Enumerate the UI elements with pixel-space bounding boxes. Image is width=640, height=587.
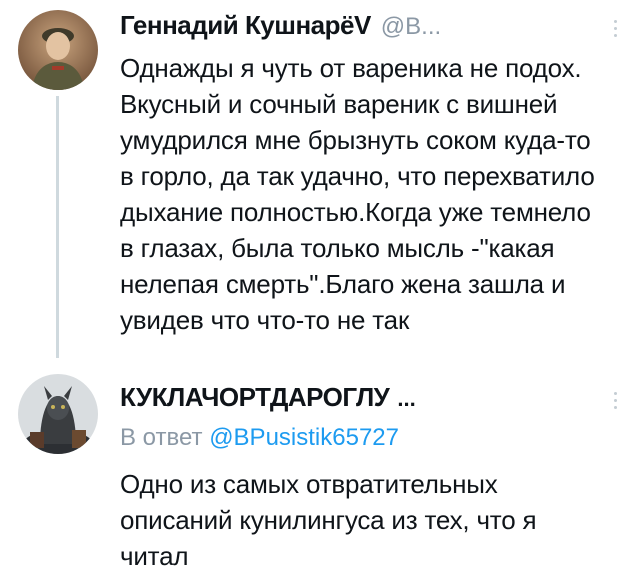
author-handle[interactable]: @B... bbox=[381, 13, 441, 41]
tweet-header: КУКЛАЧОРТДАРОГЛУ ... bbox=[120, 382, 610, 416]
reply-mention-link[interactable]: @BPusistik65727 bbox=[209, 424, 399, 451]
avatar-photo-icon bbox=[18, 10, 98, 90]
tweet-text: Однажды я чуть от вареника не подох. Вку… bbox=[120, 53, 595, 335]
author-name[interactable]: Геннадий КушнарёV bbox=[120, 10, 371, 41]
more-options-icon[interactable] bbox=[612, 20, 618, 37]
tweet[interactable]: КУКЛАЧОРТДАРОГЛУ ... В ответ @BPusistik6… bbox=[0, 362, 640, 587]
thread-connector-line bbox=[56, 96, 59, 358]
reply-prefix: В ответ bbox=[120, 424, 203, 451]
user-avatar[interactable] bbox=[18, 374, 98, 454]
tweet[interactable]: Геннадий КушнарёV @B... Однажды я чуть о… bbox=[0, 0, 640, 362]
tweet-content: КУКЛАЧОРТДАРОГЛУ ... В ответ @BPusistik6… bbox=[120, 382, 610, 574]
author-name[interactable]: КУКЛАЧОРТДАРОГЛУ bbox=[120, 382, 390, 413]
tweet-content: Геннадий КушнарёV @B... Однажды я чуть о… bbox=[120, 10, 610, 338]
tweet-text: Одно из самых отвратительных описаний ку… bbox=[120, 469, 537, 571]
reply-context: В ответ @BPusistik65727 bbox=[120, 424, 610, 458]
author-handle-truncated: ... bbox=[397, 386, 416, 411]
avatar-photo-icon bbox=[18, 374, 98, 454]
user-avatar[interactable] bbox=[18, 10, 98, 90]
tweet-header: Геннадий КушнарёV @B... bbox=[120, 10, 610, 44]
more-options-icon[interactable] bbox=[612, 392, 618, 409]
